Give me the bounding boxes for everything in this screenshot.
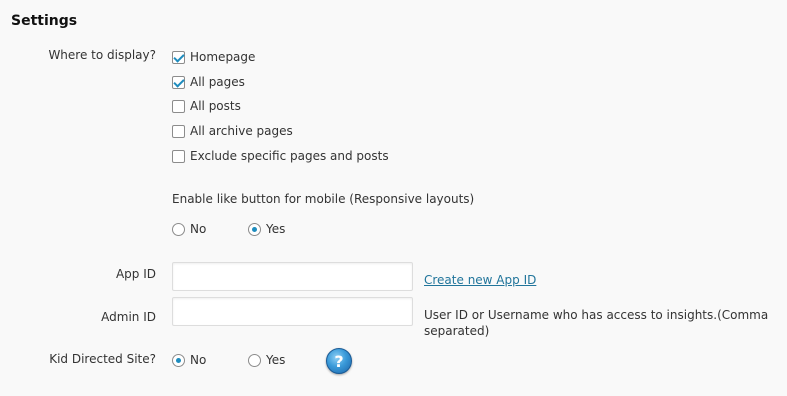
all-archive-pages-label: All archive pages — [190, 124, 293, 138]
all-pages-checkbox[interactable] — [172, 75, 185, 89]
mobile-option-no[interactable]: No — [172, 221, 206, 237]
all-posts-checkbox[interactable] — [172, 99, 185, 113]
kid-option-no[interactable]: No — [172, 352, 206, 368]
admin-id-input[interactable] — [172, 297, 413, 326]
kid-no-radio[interactable] — [172, 353, 185, 367]
option-all-archive-pages[interactable]: All archive pages — [172, 123, 293, 139]
settings-title: Settings — [11, 13, 78, 29]
mobile-yes-label: Yes — [266, 222, 286, 236]
kid-yes-label: Yes — [266, 353, 286, 367]
app-id-label: App ID — [115, 267, 156, 281]
homepage-label: Homepage — [190, 50, 256, 64]
admin-id-label: Admin ID — [101, 310, 156, 324]
app-id-input[interactable] — [172, 262, 413, 291]
exclude-specific-checkbox[interactable] — [172, 149, 185, 163]
all-archive-pages-checkbox[interactable] — [172, 124, 185, 138]
kid-yes-radio[interactable] — [248, 353, 261, 367]
kid-directed-label: Kid Directed Site? — [49, 352, 156, 366]
question-icon[interactable]: ? — [326, 348, 352, 374]
mobile-option-yes[interactable]: Yes — [248, 221, 285, 237]
admin-id-help-line-2: separated) — [424, 324, 490, 338]
homepage-checkbox[interactable] — [172, 50, 185, 64]
exclude-specific-label: Exclude specific pages and posts — [190, 149, 389, 163]
option-homepage[interactable]: Homepage — [172, 49, 255, 65]
all-pages-label: All pages — [190, 75, 245, 89]
mobile-label: Enable like button for mobile (Responsiv… — [172, 192, 475, 206]
all-posts-label: All posts — [190, 99, 241, 113]
option-all-posts[interactable]: All posts — [172, 98, 241, 114]
admin-id-help-line-1: User ID or Username who has access to in… — [424, 308, 769, 322]
option-exclude-specific[interactable]: Exclude specific pages and posts — [172, 148, 389, 164]
mobile-no-label: No — [190, 222, 207, 236]
create-app-id-link[interactable]: Create new App ID — [424, 273, 536, 287]
mobile-yes-radio[interactable] — [248, 222, 261, 236]
option-all-pages[interactable]: All pages — [172, 74, 245, 90]
where-to-display-label: Where to display? — [48, 48, 156, 62]
mobile-no-radio[interactable] — [172, 222, 185, 236]
kid-option-yes[interactable]: Yes — [248, 352, 285, 368]
kid-no-label: No — [190, 353, 207, 367]
